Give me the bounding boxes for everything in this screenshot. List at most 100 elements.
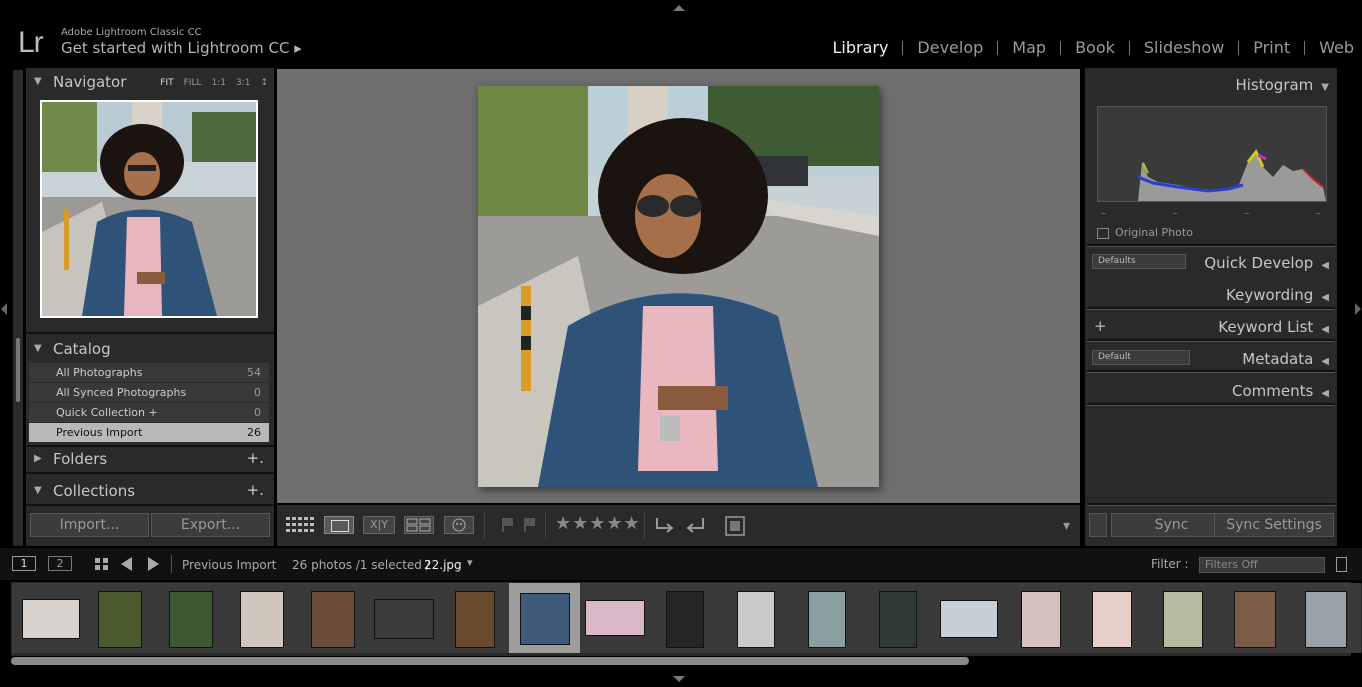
filmstrip-cell[interactable] [83, 583, 155, 653]
filmstrip-thumbnail [1305, 591, 1347, 648]
library-toolbar: X|Y ★★★★★ ▾ [277, 505, 1080, 546]
filmstrip-cell[interactable] [1219, 583, 1291, 653]
keywording-header[interactable]: Keywording ◀ [1085, 286, 1329, 304]
loupe-view-icon [331, 520, 349, 532]
import-button[interactable]: Import... [30, 513, 149, 537]
catalog-item-previous-import[interactable]: Previous Import 26 [29, 423, 269, 442]
next-arrow-icon[interactable] [148, 557, 159, 571]
grid-view-icon[interactable] [94, 557, 110, 571]
catalog-item-all-photographs[interactable]: All Photographs 54 [29, 363, 269, 382]
left-panel-scroll-track[interactable] [13, 70, 23, 546]
collapse-triangle-icon: ▼ [34, 76, 42, 87]
filmstrip-cell[interactable] [154, 583, 226, 653]
filmstrip-bar: 1 2 Previous Import 26 photos /1 selecte… [0, 548, 1362, 580]
catalog-item-count: 0 [254, 406, 261, 419]
auto-sync-toggle[interactable] [1089, 513, 1107, 537]
module-web[interactable]: Web [1305, 38, 1357, 57]
filmstrip-cell[interactable] [438, 583, 510, 653]
original-photo-label: Original Photo [1115, 226, 1193, 239]
filmstrip-cell[interactable] [225, 583, 297, 653]
histogram-ticks: – – – – [1097, 208, 1325, 219]
filmstrip-cell[interactable] [1290, 583, 1362, 653]
navigator-preview[interactable] [40, 100, 258, 318]
filmstrip-cell[interactable] [296, 583, 368, 653]
histogram-header[interactable]: Histogram ▼ [1085, 76, 1329, 94]
divider [1087, 307, 1335, 310]
filmstrip-cell[interactable] [12, 583, 84, 653]
previous-arrow-icon[interactable] [121, 557, 132, 571]
survey-view-button[interactable] [404, 516, 434, 534]
expand-triangle-icon: ▶ [34, 453, 42, 464]
filmstrip-cell[interactable] [651, 583, 723, 653]
folders-header[interactable]: ▶ Folders +. [26, 447, 274, 471]
sync-settings-button[interactable]: Sync Settings [1214, 513, 1334, 537]
star-rating[interactable]: ★★★★★ [555, 513, 641, 534]
catalog-item-all-synced[interactable]: All Synced Photographs 0 [29, 383, 269, 402]
module-print[interactable]: Print [1239, 38, 1304, 57]
filmstrip-cell[interactable] [864, 583, 936, 653]
keyword-list-header[interactable]: Keyword List ◀ [1085, 318, 1329, 336]
module-slideshow[interactable]: Slideshow [1130, 38, 1238, 57]
filmstrip-cell[interactable] [1077, 583, 1149, 653]
filmstrip-cell[interactable] [1006, 583, 1078, 653]
quick-develop-header[interactable]: Quick Develop ◀ [1085, 254, 1329, 272]
collapse-left-panel-arrow-icon[interactable] [1, 303, 7, 315]
loupe-view-button[interactable] [324, 516, 354, 534]
original-photo-checkbox[interactable] [1097, 228, 1109, 239]
add-folder-icon[interactable]: +. [247, 449, 264, 467]
rotate-icons[interactable] [653, 514, 709, 536]
module-library[interactable]: Library [818, 38, 902, 57]
get-started-link[interactable]: Get started with Lightroom CC ▸ [61, 39, 302, 57]
crop-overlay-icon[interactable] [723, 514, 749, 538]
module-book[interactable]: Book [1061, 38, 1129, 57]
zoom-1-1[interactable]: 1:1 [211, 78, 225, 88]
metadata-header[interactable]: Metadata ◀ [1085, 350, 1329, 368]
toolbar-content-menu-icon[interactable]: ▾ [1063, 518, 1070, 534]
expand-triangle-icon: ◀ [1321, 260, 1329, 271]
left-panel-scrollbar[interactable] [16, 338, 20, 402]
module-picker: Library Develop Map Book Slideshow Print… [818, 38, 1357, 57]
expand-triangle-icon: ◀ [1321, 388, 1329, 399]
catalog-header[interactable]: ▼ Catalog [26, 337, 274, 361]
zoom-fit[interactable]: FIT [160, 78, 173, 88]
compare-view-button[interactable]: X|Y [363, 516, 395, 534]
secondary-window-button[interactable]: 2 [48, 556, 72, 571]
filmstrip-cell[interactable] [793, 583, 865, 653]
zoom-3-1[interactable]: 3:1 [236, 78, 250, 88]
source-menu-arrow-icon[interactable]: ▾ [467, 556, 473, 569]
collapse-top-panel-arrow-icon[interactable] [673, 5, 685, 11]
filmstrip-cell[interactable] [1148, 583, 1220, 653]
zoom-menu-arrows-icon[interactable]: ↕ [260, 78, 268, 88]
filmstrip-cell[interactable] [935, 583, 1007, 653]
navigator-photo [42, 102, 256, 316]
zoom-fill[interactable]: FILL [184, 78, 202, 88]
filmstrip-cell[interactable] [722, 583, 794, 653]
selected-filename[interactable]: 22.jpg [424, 558, 462, 572]
catalog-item-count: 54 [247, 366, 261, 379]
module-map[interactable]: Map [998, 38, 1060, 57]
filmstrip-thumbnail [940, 600, 998, 638]
primary-window-button[interactable]: 1 [12, 556, 36, 571]
catalog-item-label: All Synced Photographs [56, 386, 187, 399]
filter-lock-toggle[interactable] [1336, 557, 1347, 572]
filmstrip-scrollbar[interactable] [11, 657, 969, 665]
navigator-header[interactable]: ▼ Navigator FIT FILL 1:1 3:1 ↕ [26, 70, 274, 94]
people-view-button[interactable] [444, 516, 474, 534]
filmstrip-cell[interactable] [509, 583, 581, 653]
main-photo-image [478, 86, 879, 487]
export-button[interactable]: Export... [151, 513, 270, 537]
filter-select[interactable]: Filters Off [1199, 557, 1325, 573]
collapse-bottom-panel-arrow-icon[interactable] [673, 676, 685, 682]
add-collection-icon[interactable]: +. [247, 481, 264, 499]
filmstrip-cell[interactable] [580, 583, 652, 653]
collections-header[interactable]: ▼ Collections +. [26, 479, 274, 503]
filmstrip-cell[interactable] [367, 583, 439, 653]
comments-header[interactable]: Comments ◀ [1085, 382, 1329, 400]
module-develop[interactable]: Develop [903, 38, 997, 57]
collapse-right-panel-arrow-icon[interactable] [1355, 303, 1361, 315]
flag-icons[interactable] [499, 516, 539, 534]
grid-view-button[interactable] [285, 516, 315, 534]
catalog-item-quick-collection[interactable]: Quick Collection + 0 [29, 403, 269, 422]
filmstrip-source-label[interactable]: Previous Import [182, 558, 276, 572]
loupe-photo[interactable] [478, 86, 879, 487]
